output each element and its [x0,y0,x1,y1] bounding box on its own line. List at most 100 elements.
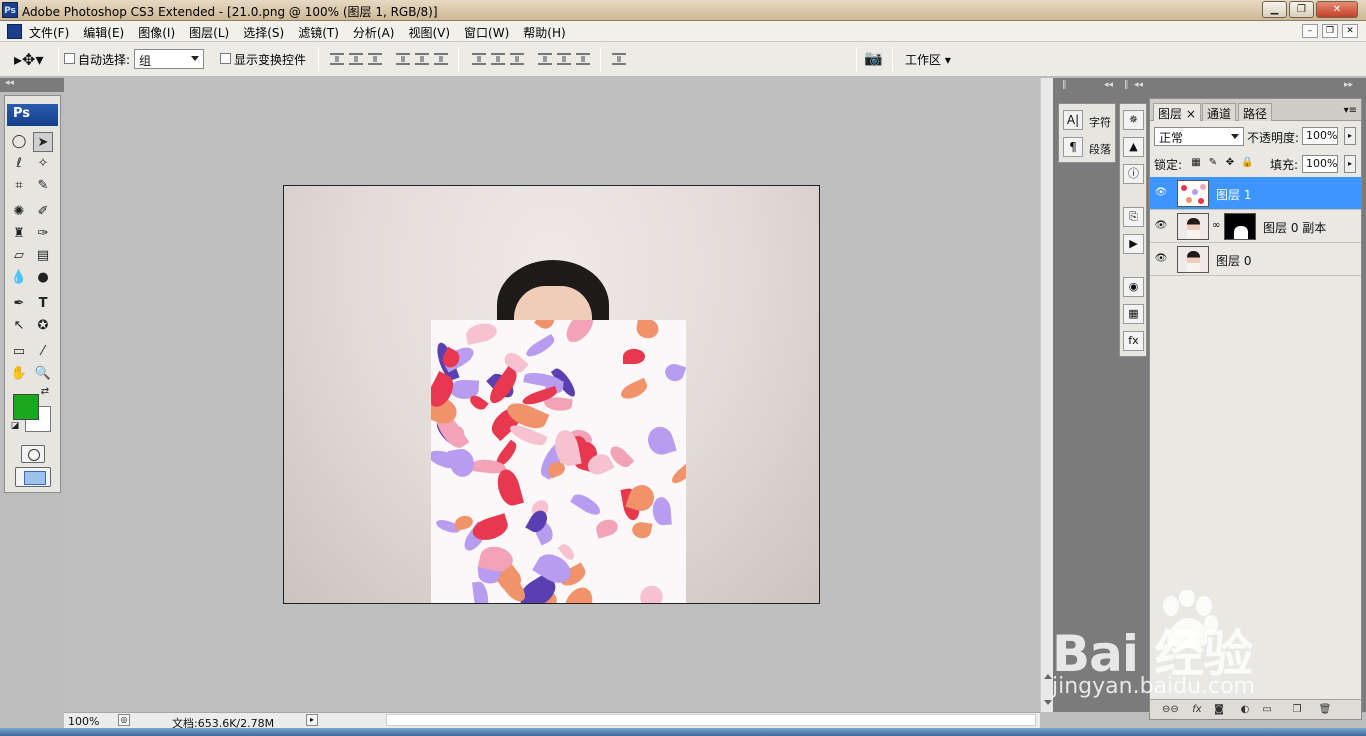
align-top-icon[interactable] [330,53,344,65]
align-horizontal-center-icon[interactable] [415,53,429,65]
lock-all-icon[interactable]: 🔒 [1241,157,1253,169]
history-icon[interactable]: ⎘ [1123,207,1144,227]
scroll-up-arrow-icon[interactable] [1044,674,1052,679]
link-layers-icon[interactable]: ⊖⊖ [1162,703,1179,716]
align-bottom-icon[interactable] [368,53,382,65]
eye-icon[interactable]: 👁 [1154,253,1168,265]
distribute-top-icon[interactable] [472,53,486,65]
doc-restore-button[interactable]: ❐ [1322,24,1338,38]
minimize-button[interactable]: ▁ [1262,1,1287,18]
slice-tool-icon[interactable]: ✎ [33,176,53,196]
move-tool-preset-icon[interactable]: ▸✥▾ [14,50,43,69]
menu-item[interactable]: 文件(F) [29,24,69,41]
opacity-field[interactable]: 100% [1302,127,1338,145]
navigator-icon[interactable]: ✵ [1123,110,1144,130]
dodge-tool-icon[interactable]: ● [33,268,53,288]
swatches-icon[interactable]: ▦ [1123,304,1144,324]
bridge-icon[interactable]: 📷 [864,49,883,67]
document-icon[interactable] [7,24,22,39]
menu-item[interactable]: 滤镜(T) [298,24,339,41]
canvas-area[interactable] [64,78,1040,712]
distribute-left-icon[interactable] [538,53,552,65]
status-menu-icon[interactable]: ◎ [118,714,130,726]
lock-transparent-icon[interactable]: ▦ [1190,157,1202,169]
close-icon[interactable]: × [1186,107,1196,121]
blur-tool-icon[interactable]: 💧 [9,268,29,288]
screen-mode-button[interactable] [15,467,51,487]
lasso-tool-icon[interactable]: ℓ [9,154,29,174]
distribute-vertical-center-icon[interactable] [491,53,505,65]
dock-grip-left[interactable]: ‖ [1062,80,1067,92]
tab-paths[interactable]: 路径 [1238,103,1273,121]
notes-tool-icon[interactable]: ▭ [9,342,29,362]
toolbox-grip[interactable]: ◂◂ [0,78,64,92]
collapse-arrows-icon[interactable]: ◂◂ [5,78,14,88]
blend-mode-dropdown[interactable]: 正常 [1154,127,1244,146]
menu-item[interactable]: 窗口(W) [464,24,509,41]
eye-icon[interactable]: 👁 [1154,220,1168,232]
auto-align-layers-icon[interactable] [612,53,626,65]
collapse-arrows-icon[interactable]: ◂◂ [1104,80,1113,92]
info-icon[interactable]: ⓘ [1123,164,1144,184]
menu-item[interactable]: 图像(I) [138,24,175,41]
document-canvas[interactable] [283,185,820,604]
menu-item[interactable]: 编辑(E) [83,24,124,41]
layer-mask-thumbnail[interactable] [1224,213,1256,240]
align-left-icon[interactable] [396,53,410,65]
layer-row[interactable]: 👁 图层 0 [1150,243,1361,276]
menu-item[interactable]: 帮助(H) [523,24,565,41]
paragraph-panel-button[interactable]: ¶ 段落 [1063,137,1115,159]
brush-tool-icon[interactable]: ✐ [33,202,53,222]
align-right-icon[interactable] [434,53,448,65]
magic-wand-tool-icon[interactable]: ✧ [33,154,53,174]
actions-icon[interactable]: ▶ [1123,234,1144,254]
close-button[interactable]: ✕ [1316,1,1358,18]
eyedropper-tool-icon[interactable]: ⁄ [33,342,53,362]
character-panel-button[interactable]: A| 字符 [1063,110,1115,132]
styles-icon[interactable]: fx [1123,331,1144,351]
doc-minimize-button[interactable]: – [1302,24,1318,38]
crop-tool-icon[interactable]: ⌗ [9,176,29,196]
auto-select-dropdown[interactable]: 组 [134,49,204,69]
layer-name[interactable]: 图层 0 副本 [1263,219,1326,236]
maximize-button[interactable]: ❐ [1289,1,1314,18]
add-mask-icon[interactable]: ◙ [1212,703,1226,716]
menu-item[interactable]: 选择(S) [243,24,284,41]
foreground-color-swatch[interactable] [13,394,39,420]
scroll-down-arrow-icon[interactable] [1044,700,1052,705]
path-selection-tool-icon[interactable]: ↖ [9,316,29,336]
panel-menu-icon[interactable]: ▾≡ [1344,105,1357,116]
tab-layers[interactable]: 图层 × [1153,103,1201,121]
new-layer-icon[interactable]: ❐ [1290,703,1304,716]
clone-stamp-tool-icon[interactable]: ♜ [9,224,29,244]
fill-slider-arrow-icon[interactable]: ▸ [1344,155,1356,173]
healing-brush-tool-icon[interactable]: ✺ [9,202,29,222]
new-group-icon[interactable]: ▭ [1260,703,1274,716]
default-colors-icon[interactable]: ◪ [9,420,21,432]
history-brush-tool-icon[interactable]: ✑ [33,224,53,244]
zoom-level[interactable]: 100% [68,715,99,728]
layer-row[interactable]: 👁 ∞ 图层 0 副本 [1150,210,1361,243]
color-icon[interactable]: ◉ [1123,277,1144,297]
lock-image-icon[interactable]: ✎ [1207,157,1219,169]
menu-item[interactable]: 图层(L) [189,24,229,41]
collapse-arrows-icon[interactable]: ◂◂ [1134,80,1143,92]
lock-position-icon[interactable]: ✥ [1224,157,1236,169]
link-icon[interactable]: ∞ [1212,220,1220,231]
swap-colors-icon[interactable]: ⇄ [39,386,51,398]
show-transform-checkbox[interactable] [220,53,231,64]
type-tool-icon[interactable]: T [33,294,53,314]
eye-icon[interactable]: 👁 [1154,187,1168,199]
dock-grip-middle[interactable]: ‖ [1124,80,1129,92]
distribute-bottom-icon[interactable] [510,53,524,65]
opacity-slider-arrow-icon[interactable]: ▸ [1344,127,1356,145]
elliptical-marquee-tool-icon[interactable]: ◯ [9,132,29,152]
status-arrow-icon[interactable]: ▸ [306,714,318,726]
zoom-tool-icon[interactable]: 🔍 [33,364,53,384]
tab-channels[interactable]: 通道 [1202,103,1237,121]
trash-icon[interactable]: 🗑 [1318,703,1332,716]
quick-mask-button[interactable] [21,445,45,463]
layer-style-icon[interactable]: fx [1190,703,1204,716]
layer-name[interactable]: 图层 1 [1216,186,1251,203]
workspace-menu[interactable]: 工作区 ▾ [905,51,951,68]
